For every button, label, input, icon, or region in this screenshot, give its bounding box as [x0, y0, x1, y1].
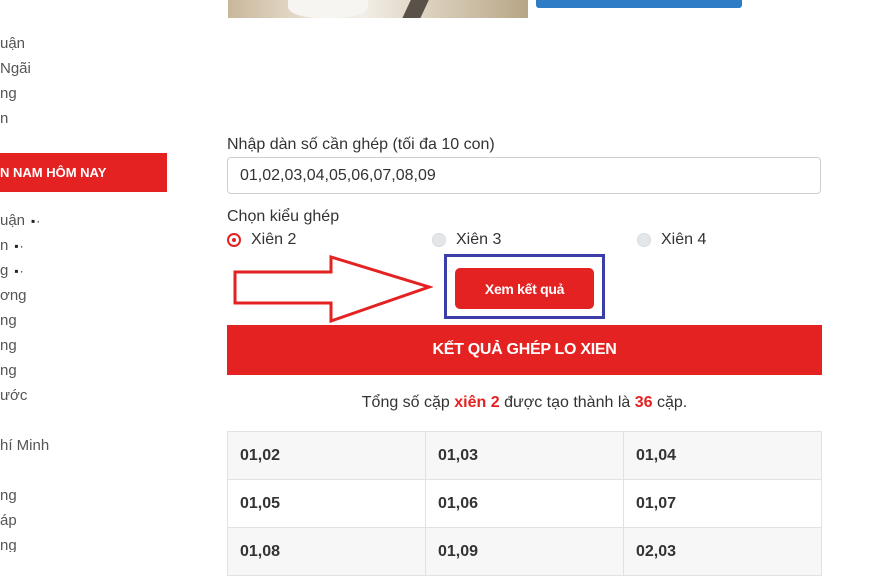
- result-table: 01,02 01,03 01,04 01,05 01,06 01,07 01,0…: [227, 431, 822, 576]
- sidebar-link[interactable]: áp: [0, 512, 17, 530]
- new-badge-icon: ▪·: [14, 239, 25, 253]
- sidebar-link[interactable]: Ngãi: [0, 60, 31, 78]
- sidebar-link[interactable]: ng: [0, 487, 17, 505]
- sidebar-link-label: g: [0, 262, 9, 279]
- pair-type-label: Chọn kiểu ghép: [227, 208, 340, 225]
- radio-unchecked-icon[interactable]: [432, 233, 446, 247]
- sidebar-link[interactable]: n ▪·: [0, 237, 25, 255]
- sidebar-link[interactable]: n: [0, 110, 8, 128]
- sidebar-link[interactable]: ng: [0, 312, 17, 330]
- summary-prefix: Tổng số cặp: [361, 394, 450, 411]
- sidebar-link[interactable]: ng: [0, 85, 17, 103]
- summary-middle: được tạo thành là: [504, 394, 631, 411]
- radio-checked-icon[interactable]: [227, 233, 241, 247]
- new-badge-icon: ▪·: [31, 214, 42, 228]
- sidebar: uận Ngãi ng n N NAM HÔM NAY uận ▪· n ▪· g ▪…: [0, 0, 170, 552]
- input-label: Nhập dàn số cần ghép (tối đa 10 con): [227, 136, 495, 153]
- table-cell: 01,05: [227, 479, 426, 528]
- view-result-button[interactable]: Xem kết quả: [455, 268, 594, 309]
- radio-label: Xiên 4: [661, 231, 707, 248]
- summary-count: 36: [634, 394, 653, 411]
- table-cell: 01,06: [425, 479, 624, 528]
- radio-unchecked-icon[interactable]: [637, 233, 651, 247]
- sidebar-link-label: n: [0, 237, 9, 254]
- sidebar-link[interactable]: uận: [0, 35, 25, 53]
- table-row: 01,02 01,03 01,04: [227, 431, 822, 480]
- sidebar-link[interactable]: ng: [0, 537, 17, 552]
- result-header: KẾT QUẢ GHÉP LO XIEN: [227, 325, 822, 375]
- radio-xien-3[interactable]: Xiên 3: [432, 231, 501, 249]
- sidebar-link[interactable]: hí Minh: [0, 437, 49, 455]
- table-cell: 01,03: [425, 431, 624, 480]
- table-row: 01,05 01,06 01,07: [227, 479, 822, 528]
- result-summary: Tổng số cặp xiên 2 được tạo thành là 36 …: [227, 394, 822, 412]
- banner-image: [228, 0, 528, 18]
- table-cell: 01,04: [623, 431, 822, 480]
- table-cell: 01,07: [623, 479, 822, 528]
- sidebar-link[interactable]: ng: [0, 337, 17, 355]
- sidebar-link[interactable]: ước: [0, 387, 27, 405]
- sidebar-link[interactable]: uận ▪·: [0, 212, 41, 230]
- number-set-input[interactable]: 01,02,03,04,05,06,07,08,09: [227, 157, 821, 194]
- radio-xien-4[interactable]: Xiên 4: [637, 231, 706, 249]
- radio-label: Xiên 3: [456, 231, 502, 248]
- sidebar-section-header: N NAM HÔM NAY: [0, 153, 167, 192]
- summary-suffix: cặp.: [656, 394, 688, 411]
- summary-pair-type: xiên 2: [454, 394, 500, 411]
- sidebar-link[interactable]: ơng: [0, 287, 27, 305]
- sidebar-link[interactable]: g ▪·: [0, 262, 25, 280]
- right-arrow-outline-icon: [233, 255, 433, 323]
- sidebar-link[interactable]: ng: [0, 362, 17, 380]
- banner-button[interactable]: [536, 0, 742, 8]
- table-cell: 01,02: [227, 431, 426, 480]
- new-badge-icon: ▪·: [14, 264, 25, 278]
- radio-label: Xiên 2: [251, 231, 297, 248]
- radio-xien-2[interactable]: Xiên 2: [227, 231, 296, 249]
- sidebar-link-label: uận: [0, 212, 26, 229]
